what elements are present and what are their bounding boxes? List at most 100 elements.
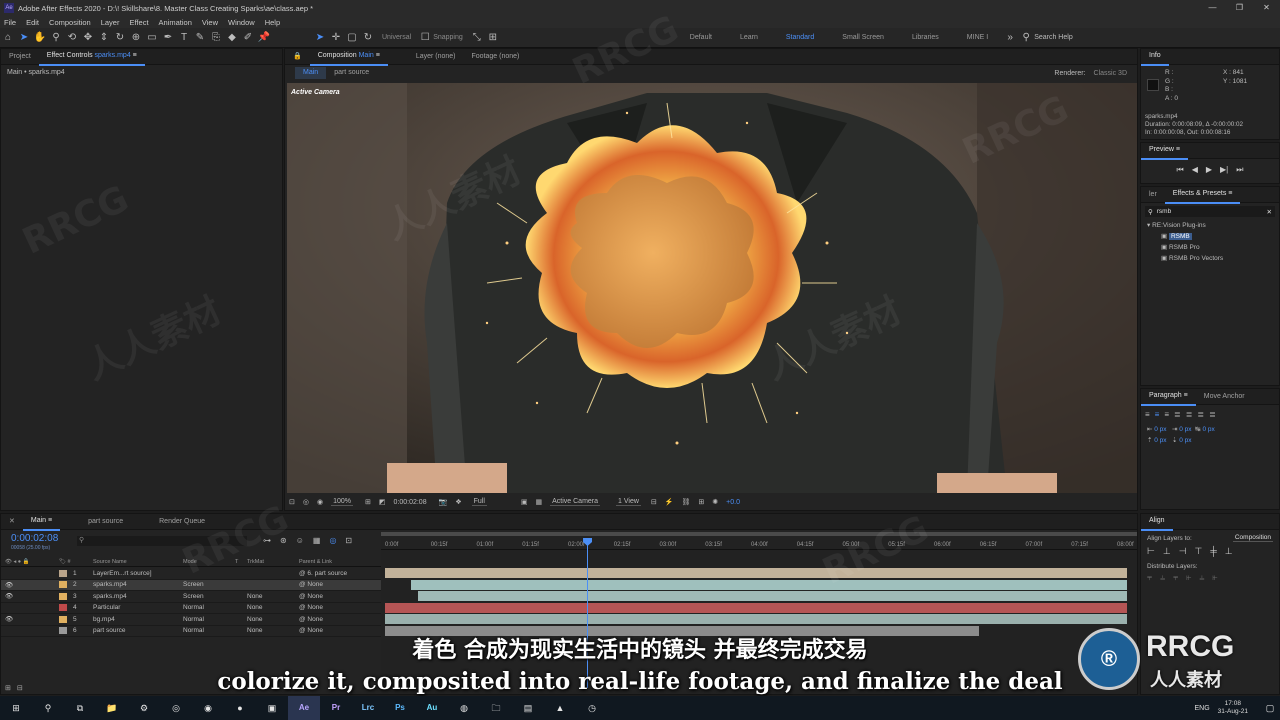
indent-left-value[interactable]: 0 px	[1154, 426, 1166, 433]
motion-blur-icon[interactable]: ◎	[329, 536, 336, 545]
fast-previews-icon[interactable]: ⚡	[665, 498, 674, 506]
align-left-icon[interactable]: ⊢	[1147, 546, 1155, 557]
distribute-bottom-icon[interactable]: ⫧	[1173, 572, 1178, 583]
notes-icon[interactable]: ▤	[512, 696, 544, 720]
tab-composition[interactable]: Composition Main ≡	[309, 48, 388, 66]
play-icon[interactable]: ▶	[1206, 165, 1212, 175]
align-right-icon[interactable]: ⊣	[1179, 546, 1187, 557]
tab-move-anchor[interactable]: Move Anchor	[1196, 389, 1253, 405]
layer-trkmat-dropdown[interactable]: None	[247, 604, 299, 611]
3d-glasses-icon[interactable]: ◎	[303, 498, 309, 506]
more-workspaces-icon[interactable]: »	[1002, 30, 1018, 46]
timeline-timecode[interactable]: 0:00:02:08	[11, 533, 58, 544]
menu-animation[interactable]: Animation	[159, 18, 192, 27]
workspace-mine[interactable]: MINE I	[967, 34, 988, 41]
snapshot-icon[interactable]: 📷	[439, 498, 448, 506]
region-icon[interactable]: ◩	[379, 498, 386, 506]
taskbar-lightroom[interactable]: Lrc	[352, 696, 384, 720]
type-tool-icon[interactable]: T	[176, 30, 192, 46]
tab-main[interactable]: Main ≡	[22, 513, 61, 531]
next-frame-icon[interactable]: ▶|	[1220, 165, 1228, 175]
rectangle-tool-icon[interactable]: ▭	[144, 30, 160, 46]
layer-duration-bar[interactable]	[385, 614, 1127, 624]
layer-trkmat-dropdown[interactable]: None	[247, 616, 299, 623]
universal-label[interactable]: Universal	[382, 34, 411, 41]
timeline-search-input[interactable]: ⚲	[77, 536, 247, 546]
selection-tool-icon[interactable]: ➤	[16, 30, 32, 46]
pickwhip-icon[interactable]: @	[299, 593, 306, 600]
align-center-text-icon[interactable]: ≡	[1155, 410, 1160, 419]
label-color-swatch[interactable]	[59, 581, 67, 589]
align-bottom-icon[interactable]: ⊥	[1225, 546, 1233, 557]
effect-item[interactable]: ▣ RSMB Pro Vectors	[1147, 253, 1279, 264]
workspace-standard[interactable]: Standard	[786, 34, 814, 41]
snap-grid-icon[interactable]: ⊞	[485, 30, 501, 46]
composition-mini-flowchart-icon[interactable]: ⊶	[263, 536, 271, 545]
tab-effect-controls[interactable]: Effect Controls sparks.mp4 ≡	[38, 48, 145, 66]
space-after-value[interactable]: 0 px	[1179, 437, 1191, 444]
menu-edit[interactable]: Edit	[26, 18, 39, 27]
space-before-value[interactable]: 0 px	[1154, 437, 1166, 444]
pan-behind-icon[interactable]: ⊕	[128, 30, 144, 46]
layer-trkmat-dropdown[interactable]: None	[247, 593, 299, 600]
camera-view-dropdown[interactable]: Active Camera	[550, 498, 601, 506]
exposure-value[interactable]: +0.0	[726, 499, 740, 506]
roto-brush-icon[interactable]: ✐	[240, 30, 256, 46]
layer-parent-dropdown[interactable]: None	[307, 593, 323, 600]
clone-stamp-icon[interactable]: ⎘	[208, 30, 224, 46]
search-icon[interactable]: ⚲	[32, 696, 64, 720]
always-preview-icon[interactable]: ⊡	[289, 498, 295, 506]
layer-parent-dropdown[interactable]: None	[307, 616, 323, 623]
folder-icon[interactable]: 🗀	[480, 696, 512, 720]
taskbar-after-effects[interactable]: Ae	[288, 696, 320, 720]
close-button[interactable]: ✕	[1253, 0, 1280, 16]
transparency-grid-icon[interactable]: ▦	[536, 498, 543, 506]
grid-icon[interactable]: ⊞	[365, 498, 371, 506]
distribute-hcenter-icon[interactable]: ⫨	[1199, 572, 1204, 583]
subtab-main[interactable]: Main	[295, 67, 327, 79]
effect-item[interactable]: ▣ RSMB	[1147, 231, 1279, 242]
puppet-pin-icon[interactable]: 📌	[256, 30, 272, 46]
search-help-input[interactable]: Search Help	[1034, 34, 1073, 41]
tab-paragraph[interactable]: Paragraph ≡	[1141, 388, 1196, 406]
layer-parent-dropdown[interactable]: None	[307, 604, 323, 611]
world-axis-icon[interactable]: ✛	[328, 30, 344, 46]
show-channel-icon[interactable]: ❖	[455, 498, 461, 506]
tab-project[interactable]: Project	[1, 49, 39, 65]
pickwhip-icon[interactable]: @	[299, 581, 306, 588]
pan-camera-icon[interactable]: ✥	[80, 30, 96, 46]
last-frame-icon[interactable]: ⏭	[1236, 165, 1243, 175]
menu-file[interactable]: File	[4, 18, 16, 27]
local-axis-icon[interactable]: ➤	[312, 30, 328, 46]
align-hcenter-icon[interactable]: ⊥	[1163, 546, 1171, 557]
timeline-link-icon[interactable]: ⛓	[682, 498, 691, 506]
minimize-button[interactable]: —	[1199, 0, 1226, 16]
taskbar-photoshop[interactable]: Ps	[384, 696, 416, 720]
justify-last-center-icon[interactable]: ≣	[1186, 410, 1193, 419]
layer-parent-dropdown[interactable]: None	[307, 581, 323, 588]
layer-duration-bar[interactable]	[410, 579, 1127, 590]
tab-part-source[interactable]: part source	[80, 514, 131, 530]
layer-name[interactable]: sparks.mp4	[93, 593, 183, 600]
eraser-tool-icon[interactable]: ◆	[224, 30, 240, 46]
layer-duration-bar[interactable]	[385, 602, 1127, 613]
playhead[interactable]	[583, 538, 593, 688]
view-layout-dropdown[interactable]: 1 View	[616, 498, 641, 506]
layer-mode-dropdown[interactable]: Normal	[183, 616, 235, 623]
workspace-small-screen[interactable]: Small Screen	[842, 34, 884, 41]
distribute-left-icon[interactable]: ⫦	[1186, 572, 1191, 583]
distribute-top-icon[interactable]: ⫧	[1147, 572, 1152, 583]
layer-duration-bar[interactable]	[385, 568, 1127, 578]
tab-layer[interactable]: Layer (none)	[408, 49, 464, 65]
exposure-icon[interactable]: ✺	[712, 498, 718, 506]
windows-start-icon[interactable]: ⊞	[0, 696, 32, 720]
layer-mode-dropdown[interactable]: Screen	[183, 593, 235, 600]
layer-row[interactable]: 1 LayerEm...rt source] @ 6. part source	[1, 568, 381, 580]
visibility-eye-icon[interactable]: 👁	[1, 615, 59, 623]
first-frame-icon[interactable]: ⏮	[1177, 165, 1184, 175]
pixel-aspect-icon[interactable]: ⊟	[651, 498, 657, 506]
graph-editor-icon[interactable]: ⊡	[345, 536, 352, 545]
label-color-swatch[interactable]	[59, 615, 67, 623]
layer-name[interactable]: LayerEm...rt source]	[93, 570, 183, 577]
hand-tool-icon[interactable]: ✋	[32, 30, 48, 46]
